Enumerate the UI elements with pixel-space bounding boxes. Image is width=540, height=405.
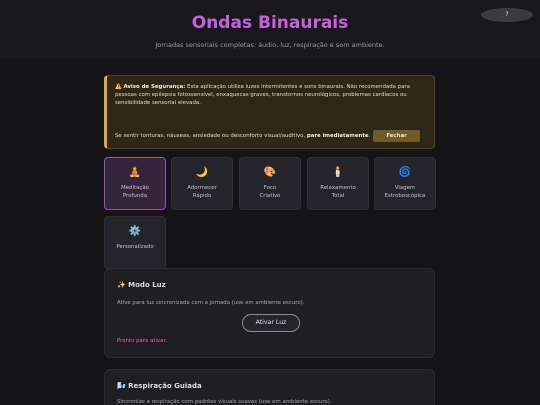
page-subtitle: Jornadas sensoriais completas: áudio, lu…	[155, 41, 385, 49]
warning-heading: Aviso de Segurança:	[123, 84, 186, 90]
activate-light-button[interactable]: Ativar Luz	[242, 314, 300, 332]
header: Ondas Binaurais Jornadas sensoriais comp…	[0, 0, 540, 58]
light-mode-title: Modo Luz	[128, 281, 166, 289]
mode-meditacao-profunda[interactable]: 🧘 Meditação Profunda	[104, 157, 166, 210]
breathing-description: Sincronize a respiração com padrões visu…	[117, 399, 332, 405]
warning-footer: Se sentir tonturas, náuseas, ansiedade o…	[115, 130, 426, 143]
moon-icon: 🌙	[195, 167, 209, 178]
light-mode-description: Ative para luz sincronizada com a jornad…	[117, 300, 305, 306]
mode-label: Foco Criativo	[259, 185, 281, 200]
safety-warning: ⚠️ Aviso de Segurança: Esta aplicação ut…	[104, 75, 435, 149]
breathing-title: Respiração Guiada	[128, 382, 202, 390]
close-warning-button[interactable]: Fechar	[373, 130, 420, 143]
sparkles-icon: ✨	[117, 281, 126, 289]
light-mode-card: ✨ Modo Luz Ative para luz sincronizada c…	[104, 268, 435, 358]
mode-viagem-estroboscopica[interactable]: 🌀 Viagem Estroboscópica	[374, 157, 436, 210]
mode-relaxamento-total[interactable]: 🕯️ Relaxamento Total	[307, 157, 369, 210]
breathing-card: 🌬️ Respiração Guiada Sincronize a respir…	[104, 369, 435, 405]
help-button[interactable]: ?	[481, 8, 533, 22]
warning-icon: ⚠️	[115, 84, 122, 90]
palette-icon: 🎨	[263, 167, 277, 178]
mode-label: Meditação Profunda	[121, 185, 149, 200]
mode-foco-criativo[interactable]: 🎨 Foco Criativo	[239, 157, 301, 210]
mode-label: Relaxamento Total	[320, 185, 356, 200]
warning-footer-text: Se sentir tonturas, náuseas, ansiedade o…	[115, 133, 306, 139]
warning-text: ⚠️ Aviso de Segurança: Esta aplicação ut…	[115, 83, 426, 107]
warning-footer-bold: pare imediatamente	[306, 133, 369, 139]
light-status: Pronto para ativar.	[117, 338, 167, 344]
mode-adormecer-rapido[interactable]: 🌙 Adormecer Rápido	[171, 157, 233, 210]
card-title: ✨ Modo Luz	[117, 281, 166, 289]
meditation-icon: 🧘	[128, 167, 142, 178]
spiral-icon: 🌀	[398, 167, 412, 178]
mode-label: Personalizado	[116, 244, 154, 250]
mode-label: Viagem Estroboscópica	[384, 185, 426, 200]
mode-personalizado[interactable]: ⚙️ Personalizado	[104, 216, 166, 269]
mode-label: Adormecer Rápido	[187, 185, 217, 200]
wind-icon: 🌬️	[117, 382, 126, 390]
page-title: Ondas Binaurais	[191, 13, 349, 33]
candle-icon: 🕯️	[331, 167, 345, 178]
card-title: 🌬️ Respiração Guiada	[117, 382, 202, 390]
gear-icon: ⚙️	[128, 226, 142, 237]
